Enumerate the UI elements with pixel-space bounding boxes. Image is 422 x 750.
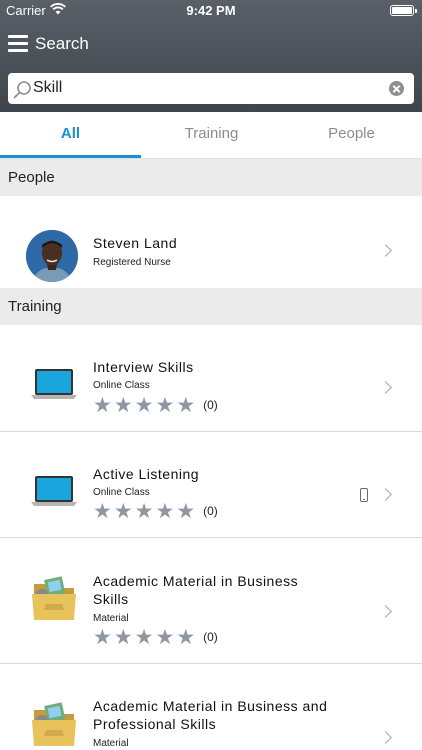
section-title: People <box>8 169 55 186</box>
clear-search-icon[interactable] <box>389 81 404 96</box>
chevron-right-icon <box>379 731 392 744</box>
training-row[interactable]: Interview Skills Online Class ★ ★ ★ ★ ★ (0) <box>0 325 422 432</box>
rating: ★ ★ ★ ★ ★ (0) <box>93 625 218 649</box>
rating-count: (0) <box>203 398 218 412</box>
training-type: Online Class <box>93 380 150 391</box>
section-title: Training <box>8 298 62 315</box>
section-header-training: Training <box>0 288 422 325</box>
avatar <box>26 230 78 282</box>
section-header-people: People <box>0 159 422 196</box>
laptop-icon <box>31 369 77 399</box>
star-icon: ★ <box>134 625 154 649</box>
star-icon: ★ <box>93 499 112 523</box>
mobile-device-icon <box>360 488 368 502</box>
star-icon: ★ <box>93 393 112 417</box>
person-role: Registered Nurse <box>93 257 171 268</box>
training-type: Material <box>93 738 129 749</box>
star-icon: ★ <box>155 499 175 523</box>
filter-tabs: All Training People <box>0 112 422 159</box>
chevron-right-icon <box>379 244 392 257</box>
tab-active-indicator <box>0 155 141 158</box>
training-title: Academic Material in Business Skills <box>93 573 299 607</box>
star-icon: ★ <box>113 625 133 649</box>
rating: ★ ★ ★ ★ ★ (0) <box>93 499 218 523</box>
training-type: Online Class <box>93 487 150 498</box>
search-icon <box>13 81 31 99</box>
battery-icon <box>390 5 417 16</box>
person-row[interactable]: Steven Land Registered Nurse <box>0 196 422 288</box>
training-type: Material <box>93 613 129 624</box>
tab-training[interactable]: Training <box>141 125 282 142</box>
chevron-right-icon <box>379 381 392 394</box>
training-row[interactable]: Academic Material in Business Skills Mat… <box>0 538 422 664</box>
folder-icon <box>32 576 76 620</box>
rating: ★ ★ ★ ★ ★ (0) <box>93 393 218 417</box>
star-icon: ★ <box>176 625 196 649</box>
menu-icon[interactable] <box>8 35 28 52</box>
training-row[interactable]: Active Listening Online Class ★ ★ ★ ★ ★ (0) <box>0 432 422 538</box>
star-icon: ★ <box>176 499 196 523</box>
training-title: Active Listening <box>93 466 200 482</box>
person-name: Steven Land <box>93 235 178 251</box>
star-icon: ★ <box>176 393 196 417</box>
folder-icon <box>32 702 76 746</box>
star-icon: ★ <box>155 393 175 417</box>
tab-people[interactable]: People <box>281 125 422 142</box>
page-title: Search <box>35 34 89 53</box>
star-icon: ★ <box>134 393 154 417</box>
star-icon: ★ <box>134 499 154 523</box>
training-row[interactable]: Academic Material in Business and Profes… <box>0 664 422 750</box>
search-input[interactable]: Skill <box>8 73 414 104</box>
star-icon: ★ <box>155 625 175 649</box>
training-title: Interview Skills <box>93 359 194 375</box>
app-header: Carrier 9:42 PM Search Skill <box>0 0 422 112</box>
chevron-right-icon <box>379 605 392 618</box>
star-icon: ★ <box>113 393 133 417</box>
star-icon: ★ <box>113 499 133 523</box>
tab-all[interactable]: All <box>0 125 141 142</box>
status-time: 9:42 PM <box>186 3 236 18</box>
status-bar: Carrier 9:42 PM <box>0 0 422 22</box>
search-value: Skill <box>33 79 63 96</box>
training-title: Academic Material in Business and Profes… <box>93 698 328 732</box>
laptop-icon <box>31 476 77 506</box>
rating-count: (0) <box>203 504 218 518</box>
star-icon: ★ <box>93 625 112 649</box>
rating-count: (0) <box>203 630 218 644</box>
chevron-right-icon <box>379 488 392 501</box>
